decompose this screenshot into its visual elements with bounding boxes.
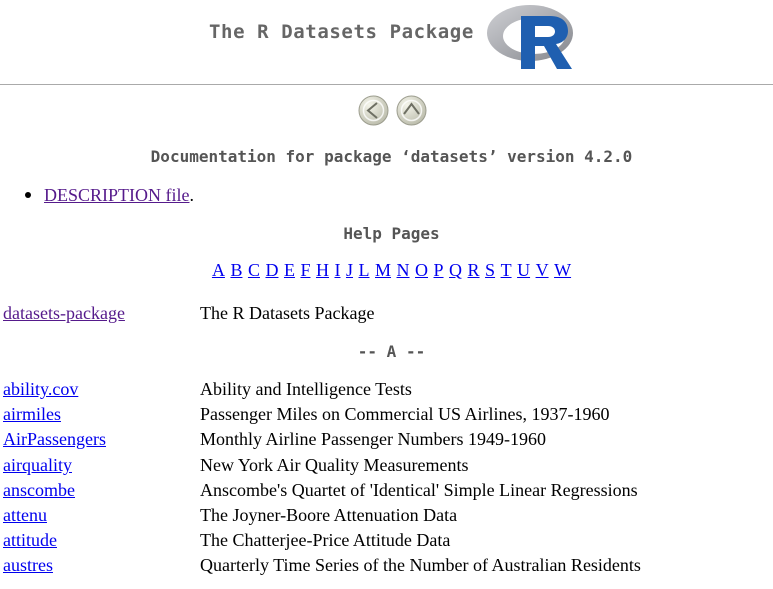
letter-link-e[interactable]: E xyxy=(284,260,295,280)
topic-description: The Chatterjee-Price Attitude Data xyxy=(200,530,451,550)
description-file-link[interactable]: DESCRIPTION file xyxy=(44,185,190,205)
section-a-heading: -- A -- xyxy=(357,342,426,361)
topic-link[interactable]: attenu xyxy=(3,504,47,526)
topic-description: New York Air Quality Measurements xyxy=(200,455,469,475)
letter-index: A B C D E F H I J L M N O P Q R S T U V … xyxy=(0,259,773,281)
letter-link-q[interactable]: Q xyxy=(449,260,462,280)
bullet-icon xyxy=(25,192,31,198)
topic-description: Ability and Intelligence Tests xyxy=(200,379,412,399)
letter-link-m[interactable]: M xyxy=(375,260,391,280)
letter-link-s[interactable]: S xyxy=(485,260,495,280)
package-description: The R Datasets Package xyxy=(200,303,375,323)
letter-link-o[interactable]: O xyxy=(415,260,428,280)
page-header: The R Datasets Package xyxy=(0,0,773,84)
letter-link-r[interactable]: R xyxy=(468,260,480,280)
page-title: The R Datasets Package xyxy=(209,21,474,43)
header-divider xyxy=(0,84,773,85)
topic-link[interactable]: ability.cov xyxy=(3,378,78,400)
description-suffix: . xyxy=(189,185,195,205)
documentation-heading: Documentation for package ‘datasets’ ver… xyxy=(150,147,633,166)
topic-description: Quarterly Time Series of the Number of A… xyxy=(200,555,641,575)
topic-description: Monthly Airline Passenger Numbers 1949-1… xyxy=(200,429,546,449)
arrow-up-icon[interactable] xyxy=(396,95,427,126)
letter-link-h[interactable]: H xyxy=(316,260,329,280)
topic-description: The Joyner-Boore Attenuation Data xyxy=(200,505,458,525)
topic-link[interactable]: airquality xyxy=(3,454,72,476)
r-logo-icon xyxy=(487,5,573,69)
topic-link[interactable]: AirPassengers xyxy=(3,428,106,450)
letter-link-w[interactable]: W xyxy=(554,260,571,280)
letter-link-n[interactable]: N xyxy=(397,260,410,280)
letter-link-l[interactable]: L xyxy=(359,260,370,280)
letter-link-d[interactable]: D xyxy=(265,260,278,280)
arrow-left-icon[interactable] xyxy=(358,95,389,126)
letter-link-c[interactable]: C xyxy=(248,260,260,280)
topic-link[interactable]: airmiles xyxy=(3,403,61,425)
letter-link-j[interactable]: J xyxy=(346,260,353,280)
letter-link-i[interactable]: I xyxy=(334,260,340,280)
datasets-package-link[interactable]: datasets-package xyxy=(3,302,125,324)
letter-link-p[interactable]: P xyxy=(434,260,444,280)
help-pages-heading: Help Pages xyxy=(343,224,440,243)
topic-description: Anscombe's Quartet of 'Identical' Simple… xyxy=(200,480,638,500)
topic-link[interactable]: austres xyxy=(3,554,53,576)
description-list: DESCRIPTION file. xyxy=(0,184,194,206)
letter-link-a[interactable]: A xyxy=(212,260,225,280)
topic-link[interactable]: anscombe xyxy=(3,479,75,501)
letter-link-v[interactable]: V xyxy=(536,260,549,280)
letter-link-t[interactable]: T xyxy=(501,260,512,280)
topic-description: Passenger Miles on Commercial US Airline… xyxy=(200,404,610,424)
letter-link-b[interactable]: B xyxy=(230,260,242,280)
topic-link[interactable]: attitude xyxy=(3,529,57,551)
letter-link-f[interactable]: F xyxy=(300,260,310,280)
letter-link-u[interactable]: U xyxy=(517,260,530,280)
list-item: DESCRIPTION file. xyxy=(0,184,194,206)
